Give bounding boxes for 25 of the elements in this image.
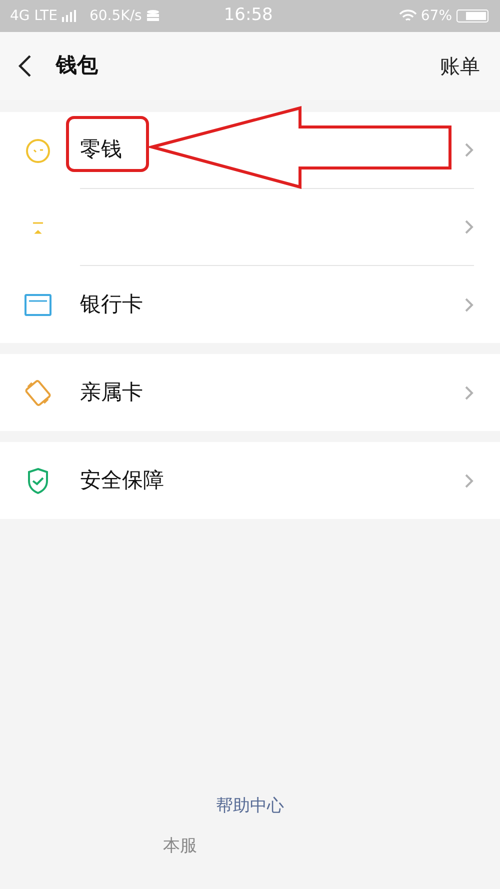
cards-icon bbox=[24, 378, 52, 406]
battery-percent: 67% bbox=[420, 6, 452, 26]
page-title: 钱包 bbox=[56, 52, 98, 80]
coin-icon bbox=[25, 138, 51, 164]
database-icon bbox=[146, 9, 160, 23]
chevron-right-icon bbox=[464, 384, 474, 400]
service-note: 本服 bbox=[163, 834, 197, 858]
back-icon bbox=[18, 54, 32, 78]
chevron-right-icon bbox=[464, 472, 474, 488]
item-label: 安全保障 bbox=[80, 466, 164, 494]
card-icon bbox=[24, 292, 52, 316]
battery-icon bbox=[456, 9, 490, 23]
bill-button[interactable]: 账单 bbox=[440, 51, 482, 81]
chevron-right-icon bbox=[464, 219, 474, 235]
chevron-right-icon bbox=[464, 142, 474, 158]
item-label: 银行卡 bbox=[80, 290, 143, 318]
shield-icon bbox=[26, 466, 50, 494]
chevron-right-icon bbox=[464, 296, 474, 312]
wifi-icon bbox=[398, 9, 417, 23]
item-label: 零钱 bbox=[80, 136, 122, 164]
network-label: 4G LTE bbox=[10, 6, 58, 26]
clock: 16:58 bbox=[224, 4, 273, 28]
speed-label: 60.5K/s bbox=[89, 6, 142, 26]
help-center-link[interactable]: 帮助中心 bbox=[216, 794, 284, 820]
item-label: 亲属卡 bbox=[80, 378, 143, 406]
